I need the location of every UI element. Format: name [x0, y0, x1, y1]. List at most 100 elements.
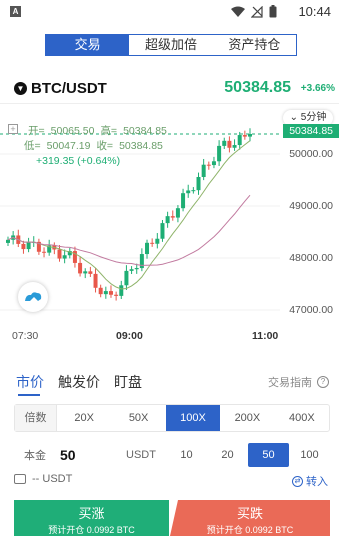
quick-amount[interactable]: 100: [289, 443, 330, 467]
change-text: +319.35 (+0.64%): [36, 155, 121, 167]
trading-guide-link[interactable]: 交易指南 ?: [268, 374, 329, 390]
candle-body: [206, 164, 211, 166]
transfer-in-link[interactable]: ⇄ 转入: [292, 473, 328, 489]
no-signal-icon: [251, 5, 263, 18]
candle-body: [119, 285, 124, 296]
balance-text: -- USDT: [32, 473, 73, 485]
buy-estimate: 预计开仓 0.0992 BTC: [48, 525, 135, 535]
balance-row: -- USDT ⇄ 转入: [14, 472, 330, 488]
pair-name: BTC/USDT: [31, 80, 107, 97]
active-tab-indicator: [18, 394, 40, 396]
pair-header: ▼ BTC/USDT 50384.85 +3.66%: [0, 74, 339, 104]
candle-body: [78, 262, 83, 274]
candle-body: [103, 291, 108, 295]
chevron-down-icon: ⌄: [289, 112, 301, 123]
guide-label: 交易指南: [268, 377, 312, 389]
price-change: +3.66%: [300, 83, 335, 94]
tab-watch[interactable]: 盯盘: [114, 372, 142, 392]
candle-body: [62, 255, 67, 259]
leverage-selector: 倍数 20X 50X 100X 200X 400X: [14, 404, 330, 432]
segment-trade[interactable]: 交易: [46, 35, 130, 55]
tab-market[interactable]: 市价: [16, 372, 44, 392]
quick-amount[interactable]: 10: [166, 443, 207, 467]
candle-body: [165, 216, 170, 224]
candle-body: [191, 190, 196, 192]
order-type-tabs: 市价 触发价 盯盘 交易指南 ?: [0, 370, 339, 396]
y-tick: 50000.00: [289, 148, 333, 160]
candle-body: [26, 242, 31, 250]
close-value: 50384.85: [119, 140, 163, 152]
candle-body: [6, 239, 10, 243]
price-chart[interactable]: + 开= 50065.50 高= 50384.85 低= 50047.19 收=…: [0, 108, 339, 348]
candle-body: [145, 242, 150, 255]
candle-body: [227, 140, 232, 148]
x-tick: 09:00: [116, 330, 143, 342]
help-icon: ?: [317, 376, 329, 388]
candle-body: [134, 268, 139, 270]
sell-estimate: 预计开仓 0.0992 BTC: [206, 525, 294, 535]
principal-unit: USDT: [126, 449, 156, 461]
candle-body: [139, 254, 144, 269]
tab-trigger[interactable]: 触发价: [58, 372, 100, 392]
mode-segmented-control: 交易 超级加倍 资产持仓: [45, 34, 297, 56]
candle-body: [170, 216, 175, 218]
candle-body: [237, 135, 242, 146]
quick-amount[interactable]: 20: [207, 443, 248, 467]
crosshair-toggle-icon[interactable]: +: [8, 124, 18, 134]
buy-short-button[interactable]: 买跌 预计开仓 0.0992 BTC: [170, 500, 330, 536]
candle-body: [98, 287, 103, 295]
leverage-option[interactable]: 50X: [111, 405, 165, 431]
segment-super-double[interactable]: 超级加倍: [129, 35, 212, 55]
buy-long-button[interactable]: 买涨 预计开仓 0.0992 BTC: [14, 500, 169, 536]
x-tick: 11:00: [252, 330, 279, 342]
principal-input[interactable]: 50: [56, 447, 116, 463]
y-tick: 48000.00: [289, 252, 333, 264]
open-value: 50065.50: [50, 125, 95, 137]
watermark-logo: [18, 282, 48, 312]
candle-body: [160, 223, 165, 239]
low-value: 50047.19: [46, 140, 91, 152]
segment-assets[interactable]: 资产持仓: [213, 35, 296, 55]
candle-body: [155, 238, 160, 244]
y-tick: 47000.00: [289, 304, 333, 316]
interval-label: 5分钟: [300, 112, 327, 123]
pair-selector[interactable]: ▼ BTC/USDT: [14, 80, 107, 97]
y-tick: 49000.00: [289, 200, 333, 212]
high-label: 高=: [100, 125, 118, 137]
candle-body: [21, 243, 26, 250]
quick-amount-selected[interactable]: 50: [248, 443, 289, 467]
candle-body: [217, 145, 222, 162]
candle-body: [88, 271, 93, 274]
battery-icon: [269, 5, 277, 18]
candle-body: [211, 161, 216, 166]
candle-body: [222, 140, 227, 146]
candle-body: [186, 190, 191, 194]
leverage-option[interactable]: 400X: [275, 405, 329, 431]
wallet-icon: [14, 474, 26, 484]
close-label: 收=: [96, 140, 114, 152]
leverage-option[interactable]: 200X: [220, 405, 274, 431]
candle-body: [242, 135, 247, 137]
candle-body: [108, 291, 113, 295]
transfer-icon: ⇄: [292, 475, 303, 487]
leverage-option-selected[interactable]: 100X: [165, 405, 221, 431]
leverage-option[interactable]: 20X: [57, 405, 111, 431]
buy-label: 买涨: [78, 506, 105, 521]
candle-body: [196, 176, 201, 191]
chevron-down-icon: ▼: [14, 82, 27, 95]
candle-body: [83, 271, 88, 274]
sell-label: 买跌: [236, 506, 263, 521]
candle-body: [93, 273, 98, 288]
candle-body: [124, 270, 129, 286]
principal-row: 本金 50 USDT 10 20 50 100: [14, 442, 330, 468]
clock: 10:44: [298, 4, 331, 19]
candle-body: [129, 269, 134, 271]
candle-body: [150, 242, 155, 244]
candle-body: [57, 249, 62, 259]
status-bar: A 10:44: [0, 0, 339, 24]
candle-body: [181, 193, 186, 209]
principal-label: 本金: [24, 450, 46, 462]
low-label: 低=: [24, 140, 41, 152]
last-price: 50384.85: [224, 79, 291, 96]
candle-body: [114, 294, 119, 296]
